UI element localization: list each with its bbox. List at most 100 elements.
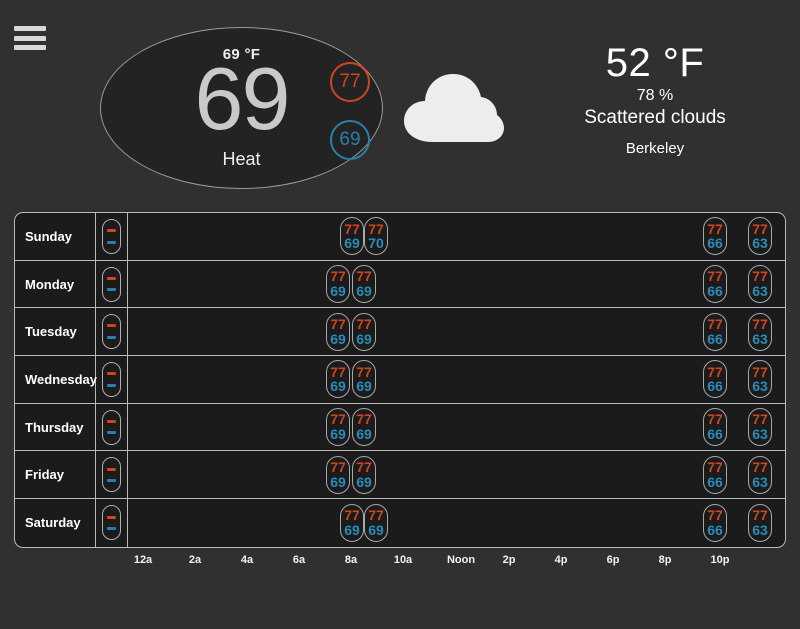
heat-dash-icon [107, 419, 116, 423]
weather-location: Berkeley [625, 139, 685, 157]
setpoint-high-value: 77 [330, 316, 346, 333]
schedule-setpoint-pill[interactable]: 77 69 [326, 360, 350, 399]
schedule-track[interactable]: 77 69 77 69 77 66 77 63 [128, 356, 785, 403]
setpoint-high-value: 77 [707, 220, 723, 237]
heat-dash-icon [107, 324, 116, 328]
weather-condition: Scattered clouds [584, 107, 726, 128]
weekly-schedule-table: Sunday 77 69 77 70 77 66 77 63 Monday 77 69 77 69 77 66… [14, 212, 786, 548]
setpoint-low-value: 69 [330, 378, 346, 395]
heat-dash-icon [107, 372, 116, 376]
setpoint-high-value: 77 [356, 268, 372, 285]
setpoint-low-value: 66 [707, 235, 723, 252]
setpoint-high-value: 77 [707, 507, 723, 524]
setpoint-low-value: 66 [707, 330, 723, 347]
schedule-setpoint-pill[interactable]: 77 69 [352, 312, 376, 351]
setpoint-high-value: 77 [344, 507, 360, 524]
setpoint-low-value: 69 [344, 521, 360, 538]
schedule-setpoint-pill[interactable]: 77 66 [703, 312, 727, 351]
heat-setpoint-badge[interactable]: 77 [330, 62, 370, 102]
setpoint-high-value: 77 [752, 411, 768, 428]
schedule-setpoint-pill[interactable]: 77 63 [748, 312, 772, 351]
schedule-row: Monday 77 69 77 69 77 66 77 63 [15, 260, 785, 309]
cloud-icon [404, 74, 504, 142]
schedule-track[interactable]: 77 69 77 69 77 66 77 63 [128, 308, 785, 355]
schedule-setpoint-pill[interactable]: 77 66 [703, 360, 727, 399]
row-mode-cell[interactable] [96, 260, 128, 308]
row-mode-cell[interactable] [96, 213, 128, 260]
heat-cool-mode-pill[interactable] [102, 409, 121, 445]
schedule-setpoint-pill[interactable]: 77 63 [748, 217, 772, 256]
heat-cool-mode-pill[interactable] [102, 314, 121, 350]
time-axis-tick: 8p [658, 554, 672, 566]
schedule-track[interactable]: 77 69 77 69 77 66 77 63 [128, 261, 785, 308]
setpoint-low-value: 69 [356, 330, 372, 347]
schedule-setpoint-pill[interactable]: 77 66 [703, 455, 727, 494]
schedule-setpoint-pill[interactable]: 77 66 [703, 265, 727, 304]
heat-cool-mode-pill[interactable] [102, 361, 121, 397]
cool-dash-icon [107, 527, 116, 531]
schedule-setpoint-pill[interactable]: 77 69 [352, 360, 376, 399]
heat-cool-mode-pill[interactable] [102, 505, 121, 541]
weather-readout: 52 °F 78 % Scattered clouds Berkeley [525, 40, 785, 157]
schedule-track[interactable]: 77 69 77 69 77 66 77 63 [128, 499, 785, 547]
schedule-setpoint-pill[interactable]: 77 63 [748, 503, 772, 542]
setpoint-low-value: 69 [330, 473, 346, 490]
row-mode-cell[interactable] [96, 308, 128, 356]
setpoint-low-value: 66 [707, 426, 723, 443]
setpoint-low-value: 63 [752, 330, 768, 347]
heat-dash-icon [107, 229, 116, 233]
row-mode-cell[interactable] [96, 499, 128, 547]
setpoint-high-value: 77 [368, 507, 384, 524]
setpoint-low-value: 69 [330, 330, 346, 347]
schedule-setpoint-pill[interactable]: 77 66 [703, 503, 727, 542]
setpoint-high-value: 77 [356, 363, 372, 380]
row-mode-cell[interactable] [96, 403, 128, 451]
schedule-setpoint-pill[interactable]: 77 69 [352, 455, 376, 494]
time-axis-tick: 8a [344, 554, 358, 566]
schedule-track[interactable]: 77 69 77 70 77 66 77 63 [128, 213, 785, 260]
setpoint-high-value: 77 [752, 459, 768, 476]
setpoint-low-value: 69 [344, 235, 360, 252]
schedule-setpoint-pill[interactable]: 77 69 [352, 408, 376, 447]
day-label: Tuesday [15, 308, 96, 356]
setpoint-high-value: 77 [356, 411, 372, 428]
schedule-setpoint-pill[interactable]: 77 69 [352, 265, 376, 304]
heat-cool-mode-pill[interactable] [102, 266, 121, 302]
time-axis-tick: 2p [502, 554, 516, 566]
schedule-row: Tuesday 77 69 77 69 77 66 77 63 [15, 308, 785, 357]
setpoint-high-value: 77 [344, 220, 360, 237]
thermostat-dial[interactable]: 69 °F 69 Heat 77 69 [100, 27, 383, 189]
heat-cool-mode-pill[interactable] [102, 457, 121, 493]
setpoint-low-value: 69 [356, 473, 372, 490]
setpoint-low-value: 66 [707, 473, 723, 490]
schedule-setpoint-pill[interactable]: 77 70 [364, 217, 388, 256]
schedule-setpoint-pill[interactable]: 77 69 [326, 408, 350, 447]
schedule-setpoint-pill[interactable]: 77 69 [364, 503, 388, 542]
row-mode-cell[interactable] [96, 356, 128, 403]
time-axis-tick: Noon [446, 554, 476, 566]
schedule-track[interactable]: 77 69 77 69 77 66 77 63 [128, 404, 785, 451]
schedule-setpoint-pill[interactable]: 77 69 [326, 312, 350, 351]
day-label: Sunday [15, 213, 96, 260]
schedule-setpoint-pill[interactable]: 77 66 [703, 217, 727, 256]
time-axis-tick: 10p [710, 554, 730, 566]
row-mode-cell[interactable] [96, 451, 128, 499]
schedule-setpoint-pill[interactable]: 77 69 [340, 217, 364, 256]
schedule-setpoint-pill[interactable]: 77 69 [326, 265, 350, 304]
day-label: Thursday [15, 403, 96, 451]
setpoint-low-value: 69 [330, 283, 346, 300]
schedule-setpoint-pill[interactable]: 77 66 [703, 408, 727, 447]
schedule-track[interactable]: 77 69 77 69 77 66 77 63 [128, 451, 785, 498]
weather-panel: 52 °F 78 % Scattered clouds Berkeley [395, 40, 785, 180]
setpoint-high-value: 77 [330, 411, 346, 428]
schedule-setpoint-pill[interactable]: 77 63 [748, 455, 772, 494]
schedule-setpoint-pill[interactable]: 77 63 [748, 360, 772, 399]
schedule-setpoint-pill[interactable]: 77 69 [340, 503, 364, 542]
heat-cool-mode-pill[interactable] [102, 218, 121, 254]
setpoint-low-value: 63 [752, 521, 768, 538]
schedule-setpoint-pill[interactable]: 77 63 [748, 408, 772, 447]
schedule-setpoint-pill[interactable]: 77 63 [748, 265, 772, 304]
schedule-setpoint-pill[interactable]: 77 69 [326, 455, 350, 494]
cool-setpoint-badge[interactable]: 69 [330, 120, 370, 160]
setpoint-high-value: 77 [330, 363, 346, 380]
